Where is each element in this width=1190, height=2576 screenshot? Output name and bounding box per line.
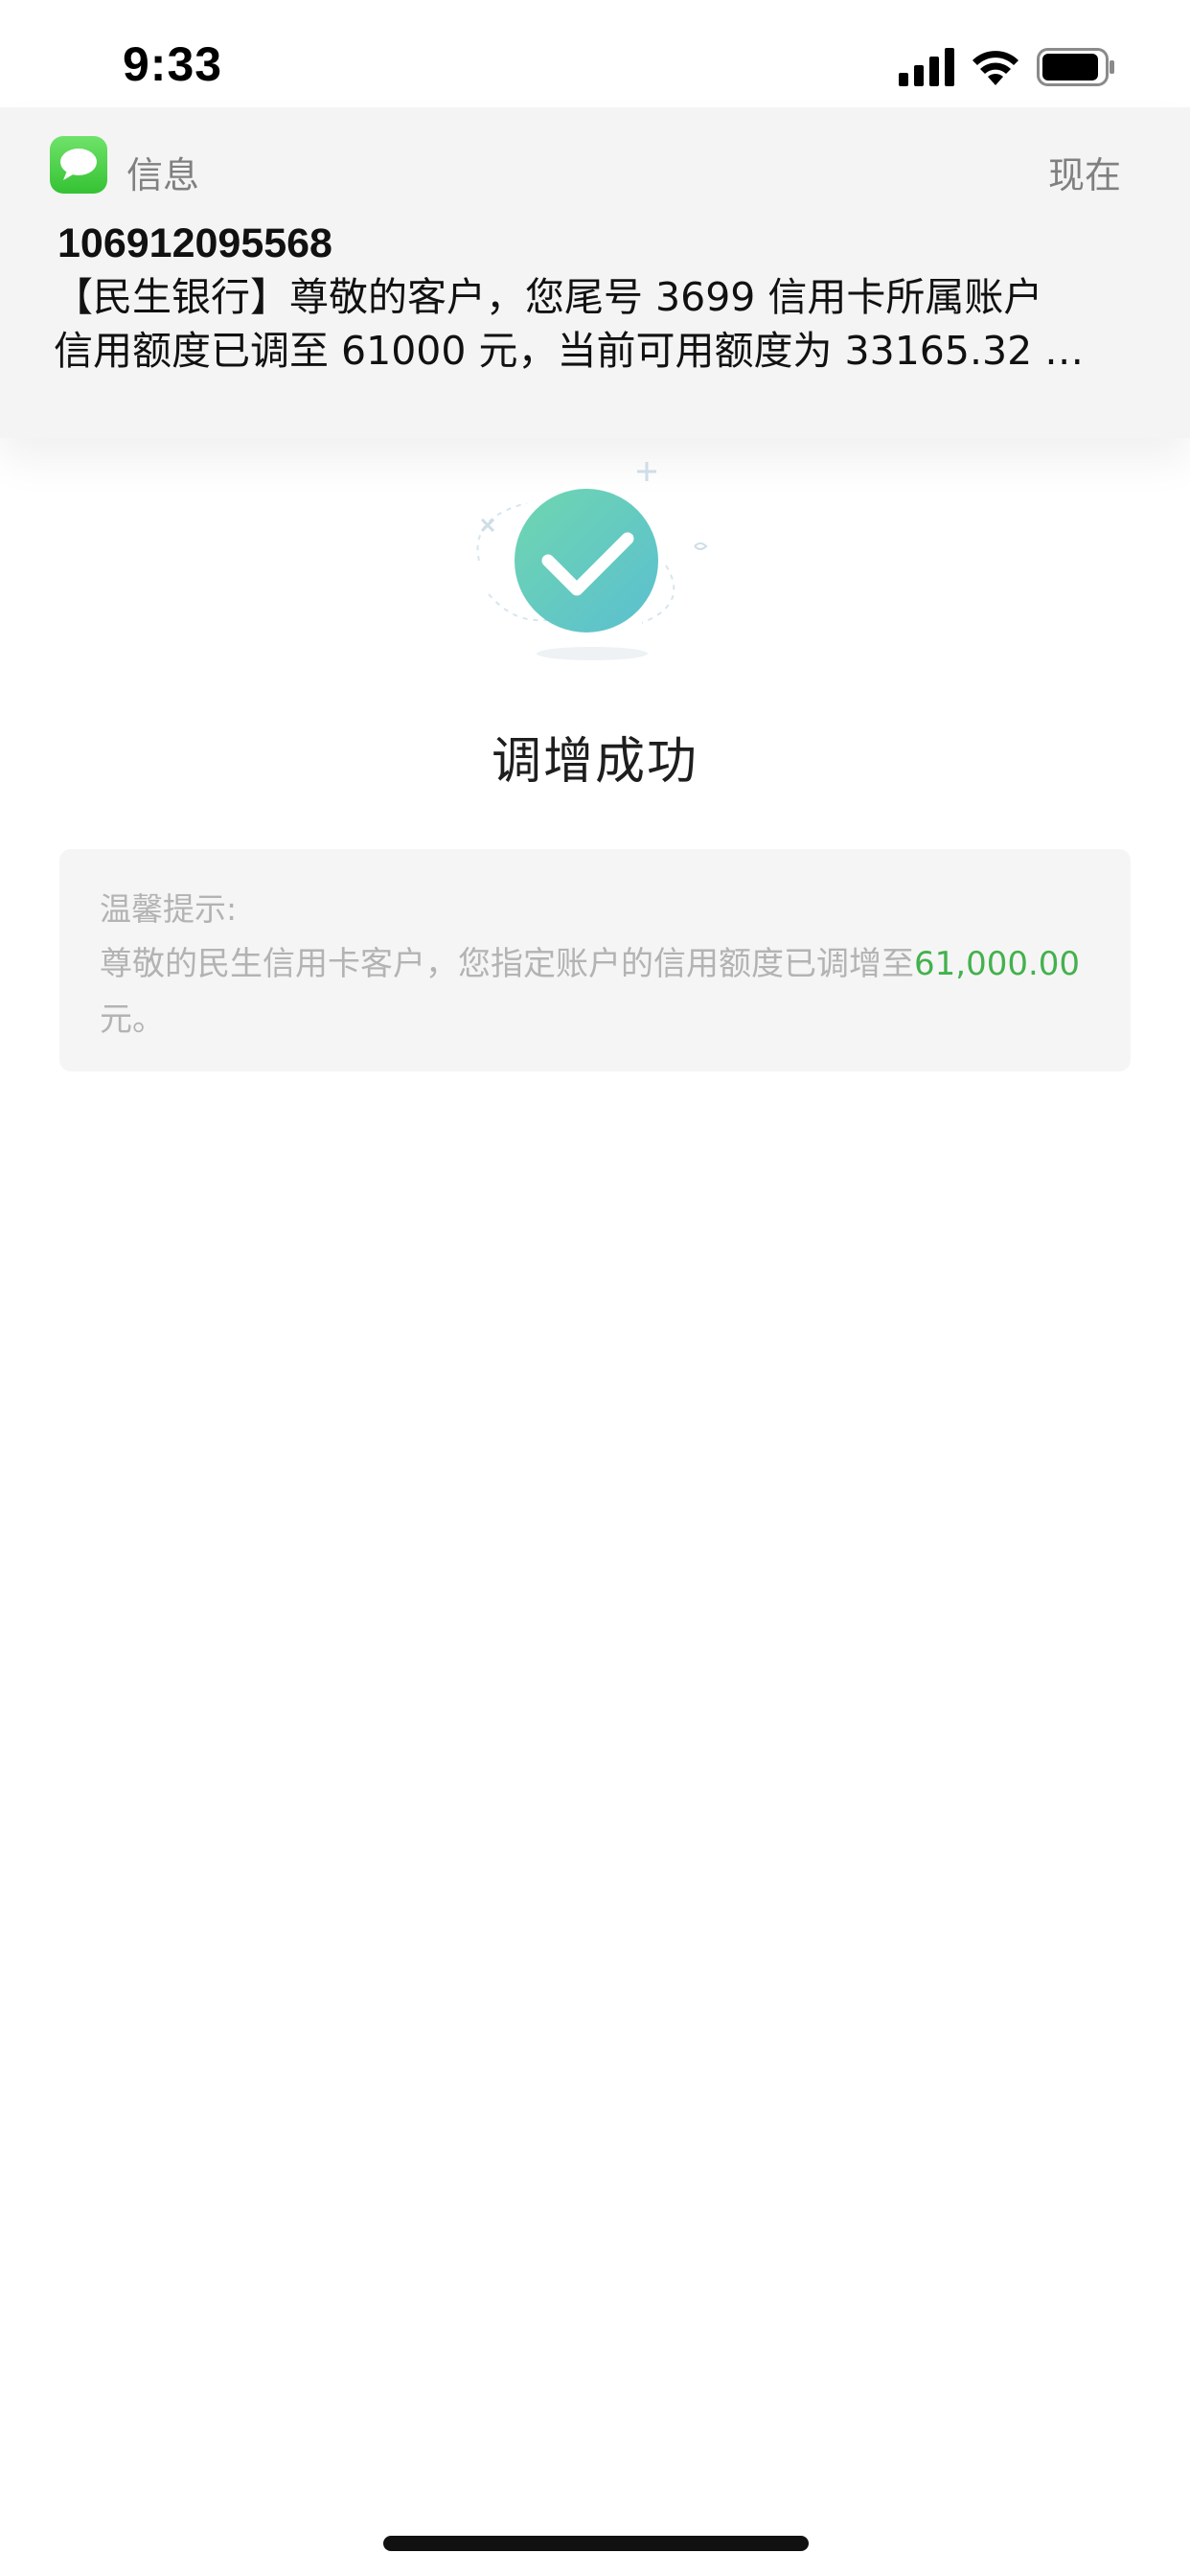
status-icons: [899, 46, 1115, 88]
tip-card: 温馨提示: 尊敬的民生信用卡客户，您指定账户的信用额度已调增至61,000.00…: [59, 849, 1131, 1071]
wifi-icon: [973, 51, 1018, 85]
notification-body-line: 信用额度已调至 61000 元，当前可用额度为 33165.32 …: [54, 328, 1085, 374]
success-title: 调增成功: [491, 733, 698, 791]
cellular-signal-icon: [899, 48, 954, 86]
success-checkmark-icon: [476, 462, 708, 660]
status-time: 9:33: [123, 37, 223, 91]
battery-icon: [1037, 48, 1114, 86]
tip-text-prefix: 尊敬的民生信用卡客户，您指定账户的信用额度已调增至: [100, 945, 914, 983]
tip-heading: 温馨提示:: [100, 890, 238, 928]
notification-body-line: 【民生银行】尊敬的客户，您尾号 3699 信用卡所属账户: [54, 274, 1043, 320]
notification-time: 现在: [1047, 154, 1121, 196]
tip-text-suffix: 元。: [100, 1000, 165, 1039]
notification-header: 信息 现在: [50, 136, 1140, 197]
home-indicator[interactable]: [383, 2536, 809, 2551]
tip-text: 尊敬的民生信用卡客户，您指定账户的信用额度已调增至61,000.00: [100, 937, 1080, 984]
notification-body: 【民生银行】尊敬的客户，您尾号 3699 信用卡所属账户 信用额度已调至 610…: [54, 270, 1136, 378]
tip-credit-amount: 61,000.00: [914, 945, 1081, 983]
notification-sender: 106912095568: [57, 220, 332, 266]
screen: 9:33 信息 现在 106912095568 【民生银行】尊敬的客户，您尾号 …: [0, 0, 1190, 2576]
messages-icon: [50, 136, 107, 194]
notification-app-name: 信息: [126, 154, 200, 196]
status-bar: 9:33: [0, 0, 1190, 105]
sms-notification-banner[interactable]: 信息 现在 106912095568 【民生银行】尊敬的客户，您尾号 3699 …: [0, 107, 1190, 438]
